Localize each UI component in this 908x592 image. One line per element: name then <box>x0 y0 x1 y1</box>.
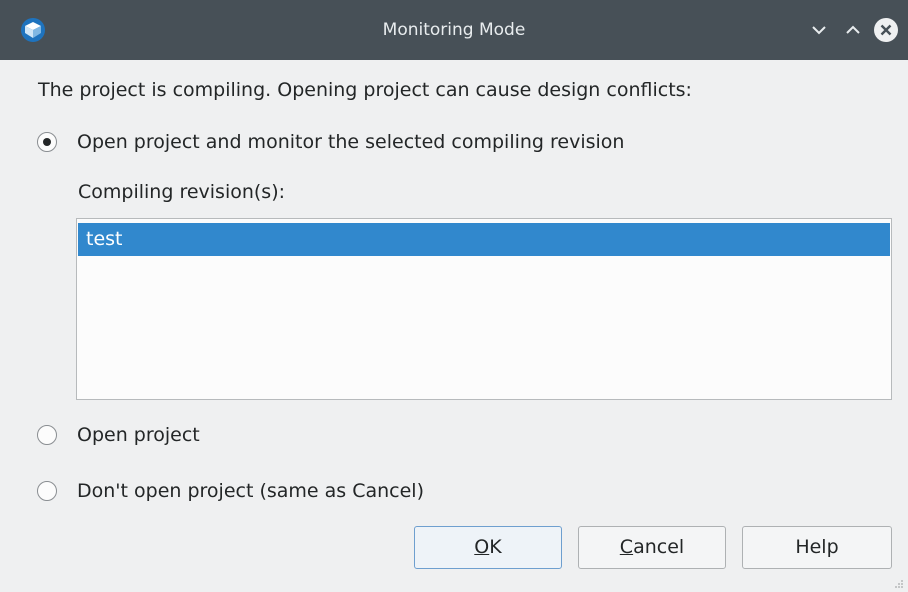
radio-label: Open project <box>77 424 200 446</box>
list-item[interactable]: test <box>78 223 890 256</box>
radio-button-checked[interactable] <box>37 132 57 152</box>
window-title: Monitoring Mode <box>382 20 526 40</box>
monitoring-mode-dialog: Monitoring Mode The project is compiling… <box>0 0 908 592</box>
chevron-down-icon[interactable] <box>806 17 832 43</box>
radio-button[interactable] <box>37 481 57 501</box>
close-icon[interactable] <box>873 17 899 43</box>
cancel-button[interactable]: Cancel <box>578 526 726 569</box>
help-button[interactable]: Help <box>742 526 892 569</box>
prompt-text: The project is compiling. Opening projec… <box>38 79 692 101</box>
radio-open-and-monitor[interactable]: Open project and monitor the selected co… <box>37 130 624 154</box>
radio-dont-open[interactable]: Don't open project (same as Cancel) <box>37 479 424 503</box>
chevron-up-icon[interactable] <box>840 17 866 43</box>
ok-mnemonic: O <box>474 536 490 558</box>
radio-label: Open project and monitor the selected co… <box>77 131 625 153</box>
title-bar[interactable]: Monitoring Mode <box>0 0 908 60</box>
cancel-mnemonic: C <box>619 536 634 558</box>
ok-label: K <box>489 536 502 558</box>
radio-label: Don't open project (same as Cancel) <box>77 480 425 502</box>
revisions-list[interactable]: test <box>76 218 892 400</box>
radio-open-project[interactable]: Open project <box>37 423 200 447</box>
resize-grip-icon[interactable] <box>893 578 905 590</box>
radio-button[interactable] <box>37 425 57 445</box>
ok-button[interactable]: OK <box>414 526 562 569</box>
revisions-label: Compiling revision(s): <box>78 181 286 203</box>
cancel-label: ancel <box>633 536 685 558</box>
